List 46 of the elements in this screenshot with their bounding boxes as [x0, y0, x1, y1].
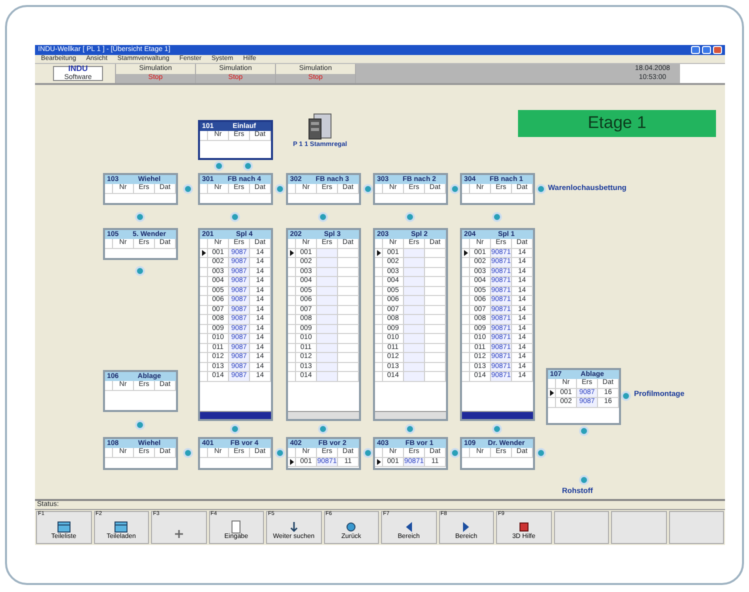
- function-key-button[interactable]: [611, 511, 666, 544]
- minimize-button[interactable]: [691, 46, 700, 54]
- connector-icon: [275, 448, 285, 458]
- floor-label: Etage 1: [518, 110, 716, 137]
- square-icon: [516, 520, 531, 534]
- toolbar-panel: [680, 64, 725, 83]
- connector-icon: [230, 424, 240, 434]
- connector-icon: [135, 266, 145, 276]
- row-selector[interactable]: [375, 248, 383, 257]
- row-selector[interactable]: [200, 248, 208, 257]
- connector-icon: [318, 424, 328, 434]
- maximize-button[interactable]: [702, 46, 711, 54]
- connector-icon: [363, 448, 373, 458]
- connector-icon: [405, 424, 415, 434]
- connector-icon: [405, 212, 415, 222]
- connector-icon: [536, 448, 546, 458]
- connector-icon: [135, 212, 145, 222]
- connector-icon: [363, 184, 373, 194]
- function-key-button[interactable]: [554, 511, 609, 544]
- row-selector[interactable]: [288, 248, 296, 257]
- cabinet-icon: [307, 113, 334, 141]
- connector-icon: [579, 475, 589, 485]
- connector-icon: [318, 212, 328, 222]
- row-selector[interactable]: [462, 248, 470, 257]
- logo-text: INDU: [68, 65, 88, 74]
- connector-icon: [243, 161, 253, 171]
- close-button[interactable]: [713, 46, 722, 54]
- function-key-button[interactable]: [668, 511, 724, 544]
- connector-icon: [492, 424, 502, 434]
- table-icon: [56, 520, 71, 534]
- connector-icon: [536, 184, 546, 194]
- connector-icon: [230, 212, 240, 222]
- connector-icon: [275, 184, 285, 194]
- row-selector[interactable]: [548, 388, 556, 397]
- table-icon: [114, 520, 128, 534]
- connector-icon: [450, 448, 460, 458]
- connector-icon: [214, 161, 224, 171]
- connector-icon: [450, 184, 460, 194]
- connector-icon: [183, 448, 193, 458]
- connector-icon: [621, 391, 631, 401]
- connector-icon: [492, 212, 502, 222]
- connector-icon: [135, 420, 145, 430]
- document-icon: [229, 520, 244, 534]
- circle-icon: [344, 520, 358, 534]
- connector-icon: [579, 426, 589, 436]
- connector-icon: [183, 184, 193, 194]
